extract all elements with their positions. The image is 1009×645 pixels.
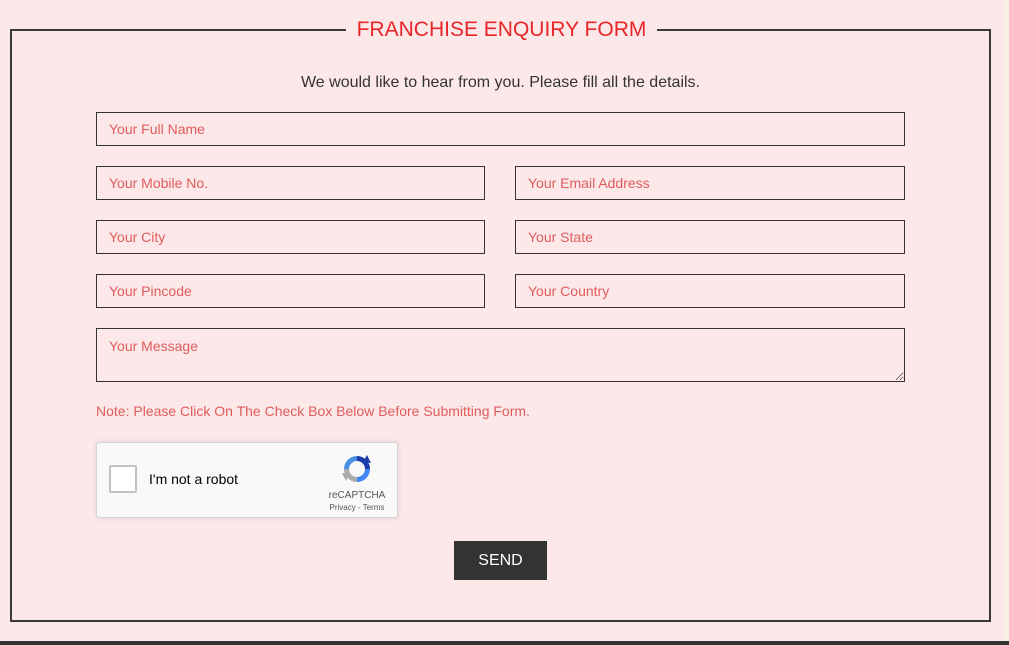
send-button[interactable]: SEND [454, 541, 547, 580]
recaptcha-terms-link[interactable]: Terms [363, 503, 385, 512]
recaptcha-widget: I'm not a robot reCAPTCHA Privacy - Term… [96, 442, 398, 518]
country-input[interactable] [515, 274, 905, 308]
state-input[interactable] [515, 220, 905, 254]
captcha-note: Note: Please Click On The Check Box Belo… [96, 403, 530, 419]
mobile-input[interactable] [96, 166, 485, 200]
recaptcha-label: I'm not a robot [149, 471, 239, 487]
full-name-input[interactable] [96, 112, 905, 146]
recaptcha-logo-icon [342, 455, 371, 482]
recaptcha-brand: reCAPTCHA [328, 490, 386, 501]
recaptcha-checkbox[interactable] [109, 465, 137, 493]
pincode-input[interactable] [96, 274, 485, 308]
recaptcha-privacy-link[interactable]: Privacy [330, 503, 356, 512]
email-input[interactable] [515, 166, 905, 200]
form-title: FRANCHISE ENQUIRY FORM [346, 14, 657, 46]
recaptcha-link-separator: - [355, 503, 363, 512]
recaptcha-links: Privacy - Terms [319, 503, 395, 512]
footer-border [0, 641, 1009, 645]
form-subtitle: We would like to hear from you. Please f… [300, 74, 700, 91]
message-textarea[interactable] [96, 328, 905, 382]
page-edge-strip [1004, 0, 1009, 645]
city-input[interactable] [96, 220, 485, 254]
